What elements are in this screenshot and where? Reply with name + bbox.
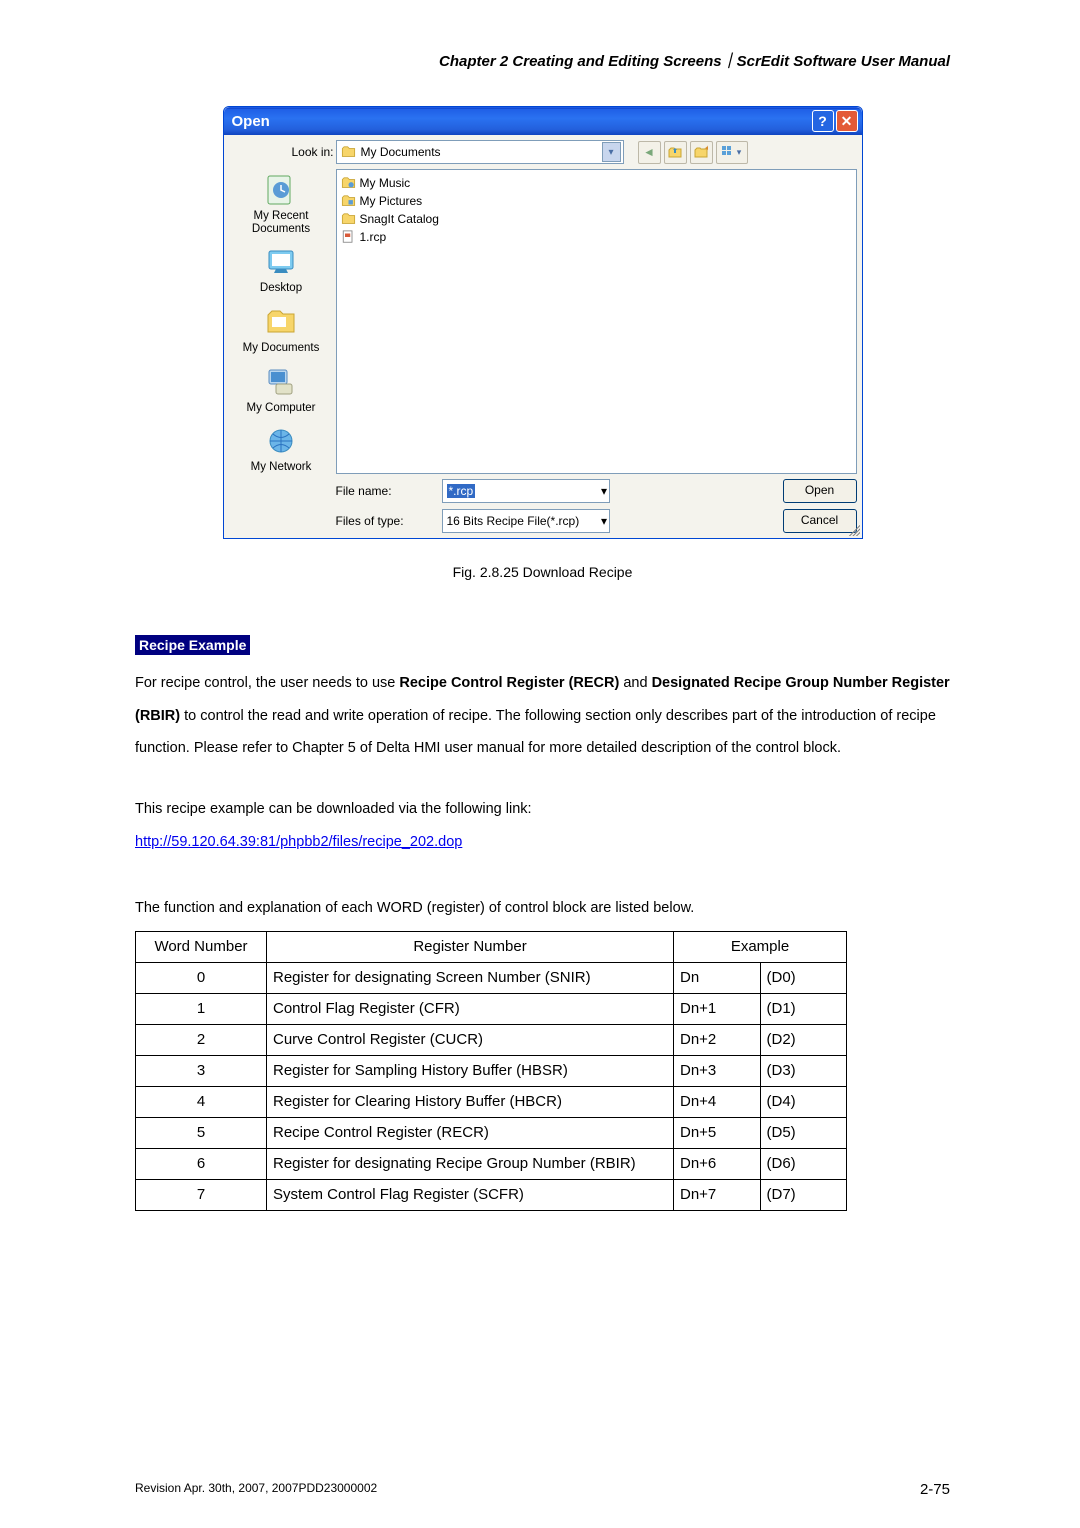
lookin-combo[interactable]: My Documents ▾ bbox=[336, 140, 624, 164]
chevron-down-icon[interactable]: ▾ bbox=[602, 142, 621, 162]
list-item[interactable]: My Pictures bbox=[341, 192, 852, 210]
list-item[interactable]: My Music bbox=[341, 174, 852, 192]
file-label: SnagIt Catalog bbox=[360, 212, 439, 226]
special-folder-icon bbox=[341, 176, 356, 190]
open-dialog: Open ? ✕ Look in: My Recent Documents De… bbox=[223, 106, 863, 539]
download-link[interactable]: http://59.120.64.39:81/phpbb2/files/reci… bbox=[135, 834, 462, 850]
filename-value: *.rcp bbox=[447, 484, 476, 498]
help-icon[interactable]: ? bbox=[812, 110, 834, 132]
filename-label: File name: bbox=[336, 484, 436, 498]
chevron-down-icon[interactable]: ▾ bbox=[601, 514, 607, 528]
lookin-label: Look in: bbox=[291, 145, 333, 159]
table-row: 3Register for Sampling History Buffer (H… bbox=[136, 1055, 847, 1086]
up-folder-icon[interactable] bbox=[664, 141, 687, 164]
footer-revision: Revision Apr. 30th, 2007, 2007PDD2300000… bbox=[135, 1481, 377, 1498]
place-desktop[interactable]: Desktop bbox=[229, 245, 334, 295]
table-row: 6Register for designating Recipe Group N… bbox=[136, 1148, 847, 1179]
place-my-computer[interactable]: My Computer bbox=[229, 365, 334, 415]
file-label: 1.rcp bbox=[360, 230, 387, 244]
title-text: Open bbox=[232, 113, 270, 130]
place-my-network[interactable]: My Network bbox=[229, 424, 334, 474]
open-button[interactable]: Open bbox=[783, 479, 857, 503]
views-icon[interactable]: ▾ bbox=[716, 141, 748, 164]
place-label: My Documents bbox=[243, 342, 320, 355]
paragraph-1: For recipe control, the user needs to us… bbox=[135, 667, 950, 765]
lookin-value: My Documents bbox=[361, 145, 597, 159]
table-row: 2Curve Control Register (CUCR)Dn+2(D2) bbox=[136, 1024, 847, 1055]
th-word-number: Word Number bbox=[136, 931, 267, 962]
new-folder-icon[interactable]: ✦ bbox=[690, 141, 713, 164]
place-my-documents[interactable]: My Documents bbox=[229, 305, 334, 355]
file-label: My Music bbox=[360, 176, 411, 190]
filetype-label: Files of type: bbox=[336, 514, 436, 528]
filetype-combo[interactable]: 16 Bits Recipe File(*.rcp) ▾ bbox=[442, 509, 611, 533]
special-folder-icon bbox=[341, 194, 356, 208]
th-register-number: Register Number bbox=[267, 931, 674, 962]
close-icon[interactable]: ✕ bbox=[836, 110, 858, 132]
section-heading-recipe-example: Recipe Example bbox=[135, 635, 250, 655]
file-list[interactable]: My Music My Pictures SnagIt Catalog 1.rc… bbox=[336, 169, 857, 474]
table-row: 7System Control Flag Register (SCFR)Dn+7… bbox=[136, 1179, 847, 1210]
th-example: Example bbox=[674, 931, 847, 962]
filetype-value: 16 Bits Recipe File(*.rcp) bbox=[447, 514, 580, 528]
place-label: My Network bbox=[251, 461, 312, 474]
folder-icon bbox=[341, 212, 356, 226]
chevron-down-icon[interactable]: ▾ bbox=[601, 484, 607, 498]
filename-input[interactable]: *.rcp ▾ bbox=[442, 479, 611, 503]
paragraph-3: The function and explanation of each WOR… bbox=[135, 892, 950, 925]
table-row: 4Register for Clearing History Buffer (H… bbox=[136, 1086, 847, 1117]
back-icon[interactable]: ◄ bbox=[638, 141, 661, 164]
place-recent-documents[interactable]: My Recent Documents bbox=[229, 173, 334, 235]
table-row: 5Recipe Control Register (RECR)Dn+5(D5) bbox=[136, 1117, 847, 1148]
list-item[interactable]: 1.rcp bbox=[341, 228, 852, 246]
place-label: My Recent Documents bbox=[229, 210, 334, 235]
table-row: 0Register for designating Screen Number … bbox=[136, 962, 847, 993]
control-block-table: Word Number Register Number Example 0Reg… bbox=[135, 931, 847, 1211]
list-item[interactable]: SnagIt Catalog bbox=[341, 210, 852, 228]
resize-grip-icon[interactable] bbox=[846, 522, 860, 536]
figure-caption: Fig. 2.8.25 Download Recipe bbox=[135, 564, 950, 580]
paragraph-2: This recipe example can be downloaded vi… bbox=[135, 793, 950, 858]
place-label: Desktop bbox=[260, 282, 302, 295]
folder-icon bbox=[341, 145, 356, 159]
page-number: 2-75 bbox=[920, 1481, 950, 1498]
page-header: Chapter 2 Creating and Editing Screens｜S… bbox=[135, 50, 950, 71]
file-icon bbox=[341, 230, 356, 244]
titlebar[interactable]: Open ? ✕ bbox=[224, 107, 862, 135]
place-label: My Computer bbox=[246, 402, 315, 415]
table-row: 1Control Flag Register (CFR)Dn+1(D1) bbox=[136, 993, 847, 1024]
file-label: My Pictures bbox=[360, 194, 423, 208]
svg-text:✦: ✦ bbox=[704, 145, 708, 153]
